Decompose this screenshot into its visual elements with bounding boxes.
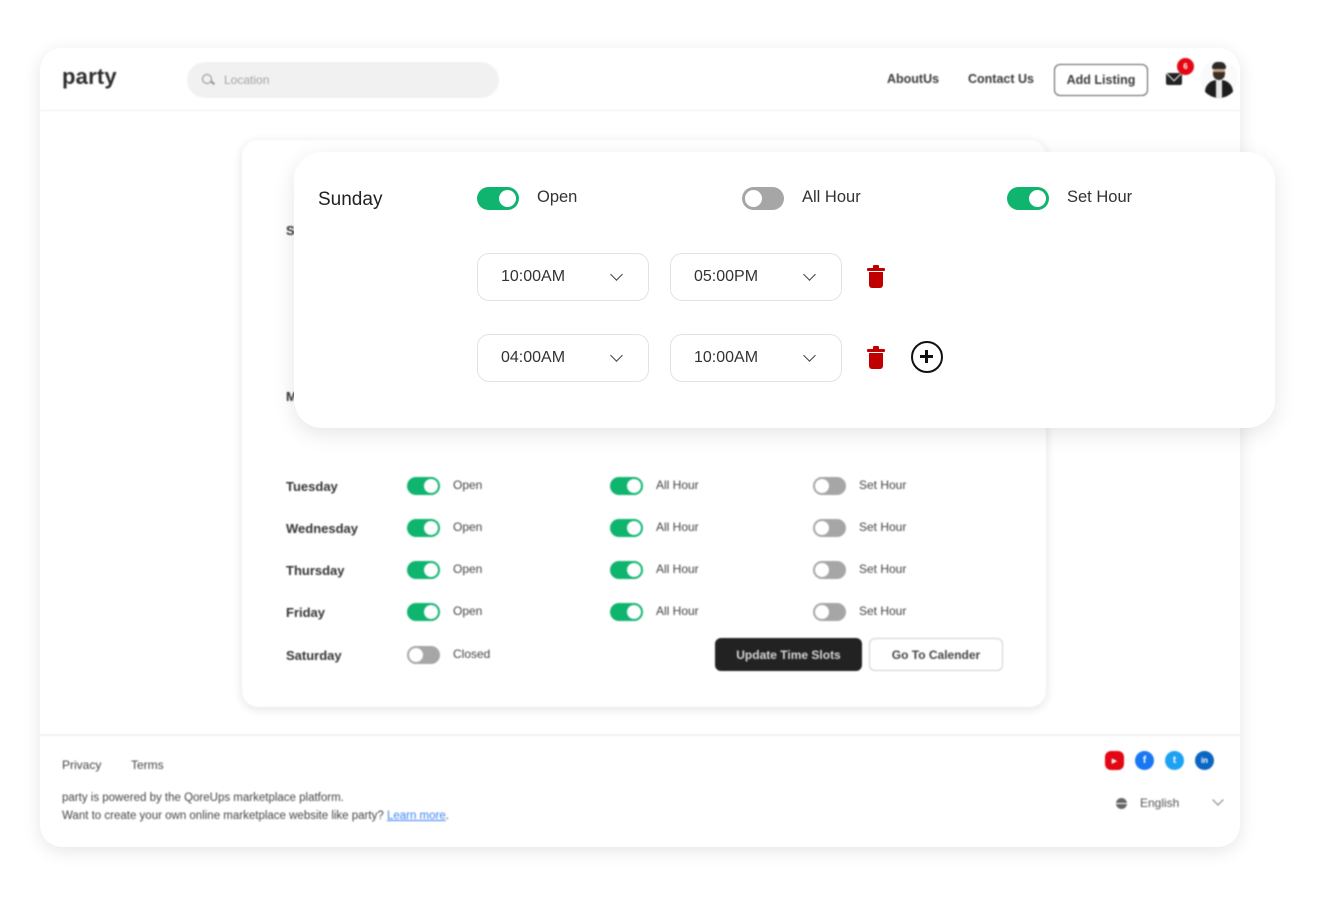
cta-text: Want to create your own online marketpla… bbox=[62, 810, 384, 822]
top-header: party AboutUs Contact Us Add Listing 6 bbox=[40, 48, 1240, 111]
open-toggle[interactable] bbox=[407, 519, 440, 537]
sunday-hours-editor: Sunday Open All Hour Set Hour 10:00AM 05… bbox=[294, 152, 1275, 428]
open-toggle[interactable] bbox=[477, 187, 519, 210]
notification-badge: 6 bbox=[1177, 58, 1194, 75]
set-hour-label: Set Hour bbox=[859, 562, 907, 576]
schedule-row-wednesday: Wednesday Open All Hour Set Hour bbox=[286, 519, 986, 543]
trash-bin bbox=[869, 272, 883, 288]
open-toggle[interactable] bbox=[407, 646, 440, 664]
youtube-glyph: ▶ bbox=[1111, 757, 1118, 765]
avatar-shirt bbox=[1216, 80, 1222, 98]
footer-link-privacy[interactable]: Privacy bbox=[62, 758, 101, 772]
all-hour-toggle[interactable] bbox=[610, 519, 643, 537]
open-label: Open bbox=[453, 562, 483, 576]
all-hour-label: All Hour bbox=[656, 478, 699, 492]
open-toggle[interactable] bbox=[407, 561, 440, 579]
language-label: English bbox=[1140, 796, 1180, 810]
chevron-down-icon bbox=[803, 349, 816, 362]
set-hour-label: Set Hour bbox=[1067, 188, 1133, 206]
mail-icon[interactable] bbox=[1166, 73, 1182, 85]
facebook-glyph: f bbox=[1142, 755, 1147, 766]
search-icon bbox=[202, 73, 215, 87]
closed-label: Closed bbox=[453, 647, 491, 661]
chevron-down-icon bbox=[610, 349, 623, 362]
all-hour-label: All Hour bbox=[656, 604, 699, 618]
add-listing-button[interactable]: Add Listing bbox=[1054, 64, 1148, 96]
nav-contact-us[interactable]: Contact Us bbox=[968, 72, 1034, 86]
all-hour-label: All Hour bbox=[656, 562, 699, 576]
learn-more-link[interactable]: Learn more bbox=[387, 810, 446, 822]
add-slot-plus-icon[interactable] bbox=[911, 341, 943, 373]
chevron-down-icon bbox=[803, 268, 816, 281]
slot-1-start-value: 10:00AM bbox=[501, 268, 566, 285]
user-avatar[interactable] bbox=[1200, 60, 1238, 98]
powered-by-text: party is powered by the QoreUps marketpl… bbox=[62, 792, 344, 804]
go-to-calendar-button[interactable]: Go To Calender bbox=[869, 638, 1003, 671]
set-hour-toggle[interactable] bbox=[813, 477, 846, 495]
footer-link-terms[interactable]: Terms bbox=[131, 758, 164, 772]
day-label: Tuesday bbox=[286, 479, 338, 494]
schedule-row-tuesday: Tuesday Open All Hour Set Hour bbox=[286, 477, 986, 501]
chevron-down-icon bbox=[610, 268, 623, 281]
day-label: Wednesday bbox=[286, 521, 359, 536]
all-hour-toggle[interactable] bbox=[610, 561, 643, 579]
footer: Privacy Terms party is powered by the Qo… bbox=[40, 734, 1240, 847]
nav-about-us[interactable]: AboutUs bbox=[887, 72, 939, 86]
cta-suffix: . bbox=[445, 810, 449, 822]
update-time-slots-button[interactable]: Update Time Slots bbox=[715, 638, 862, 671]
set-hour-label: Set Hour bbox=[859, 604, 907, 618]
globe-icon bbox=[1116, 797, 1127, 809]
location-search[interactable] bbox=[187, 62, 499, 98]
set-hour-label: Set Hour bbox=[859, 520, 907, 534]
youtube-icon[interactable]: ▶ bbox=[1105, 751, 1124, 770]
location-search-input[interactable] bbox=[224, 73, 464, 87]
set-hour-toggle[interactable] bbox=[813, 561, 846, 579]
twitter-glyph: t bbox=[1172, 755, 1177, 766]
all-hour-toggle[interactable] bbox=[742, 187, 784, 210]
linkedin-icon[interactable]: in bbox=[1195, 751, 1214, 770]
open-toggle[interactable] bbox=[407, 477, 440, 495]
trash-icon[interactable] bbox=[867, 346, 885, 370]
linkedin-glyph: in bbox=[1200, 756, 1209, 765]
avatar-hair bbox=[1212, 62, 1226, 69]
slot-2-end-value: 10:00AM bbox=[694, 349, 759, 366]
open-label: Open bbox=[453, 478, 483, 492]
slot-2-end-select[interactable]: 10:00AM bbox=[670, 334, 842, 382]
open-toggle[interactable] bbox=[407, 603, 440, 621]
slot-2-start-value: 04:00AM bbox=[501, 349, 566, 366]
open-label: Open bbox=[453, 520, 483, 534]
all-hour-toggle[interactable] bbox=[610, 477, 643, 495]
facebook-icon[interactable]: f bbox=[1135, 751, 1154, 770]
day-label: Saturday bbox=[286, 648, 342, 663]
trash-lid bbox=[867, 349, 885, 352]
popup-day-label: Sunday bbox=[318, 189, 383, 210]
set-hour-label: Set Hour bbox=[859, 478, 907, 492]
schedule-row-friday: Friday Open All Hour Set Hour bbox=[286, 603, 986, 627]
set-hour-toggle[interactable] bbox=[1007, 187, 1049, 210]
schedule-row-thursday: Thursday Open All Hour Set Hour bbox=[286, 561, 986, 585]
slot-2-start-select[interactable]: 04:00AM bbox=[477, 334, 649, 382]
slot-1-start-select[interactable]: 10:00AM bbox=[477, 253, 649, 301]
logo[interactable]: party bbox=[62, 64, 117, 90]
day-label: Friday bbox=[286, 605, 326, 620]
avatar-beard bbox=[1213, 72, 1225, 80]
marketplace-cta: Want to create your own online marketpla… bbox=[62, 810, 449, 822]
trash-bin bbox=[869, 353, 883, 369]
day-label: Thursday bbox=[286, 563, 345, 578]
language-selector[interactable]: English bbox=[1116, 796, 1179, 810]
set-hour-toggle[interactable] bbox=[813, 603, 846, 621]
all-hour-label: All Hour bbox=[656, 520, 699, 534]
trash-icon[interactable] bbox=[867, 265, 885, 289]
all-hour-toggle[interactable] bbox=[610, 603, 643, 621]
slot-1-end-select[interactable]: 05:00PM bbox=[670, 253, 842, 301]
trash-lid bbox=[867, 268, 885, 271]
set-hour-toggle[interactable] bbox=[813, 519, 846, 537]
open-label: Open bbox=[453, 604, 483, 618]
chevron-down-icon[interactable] bbox=[1212, 794, 1224, 806]
all-hour-label: All Hour bbox=[802, 188, 861, 206]
slot-1-end-value: 05:00PM bbox=[694, 268, 759, 285]
twitter-icon[interactable]: t bbox=[1165, 751, 1184, 770]
open-label: Open bbox=[537, 188, 578, 206]
